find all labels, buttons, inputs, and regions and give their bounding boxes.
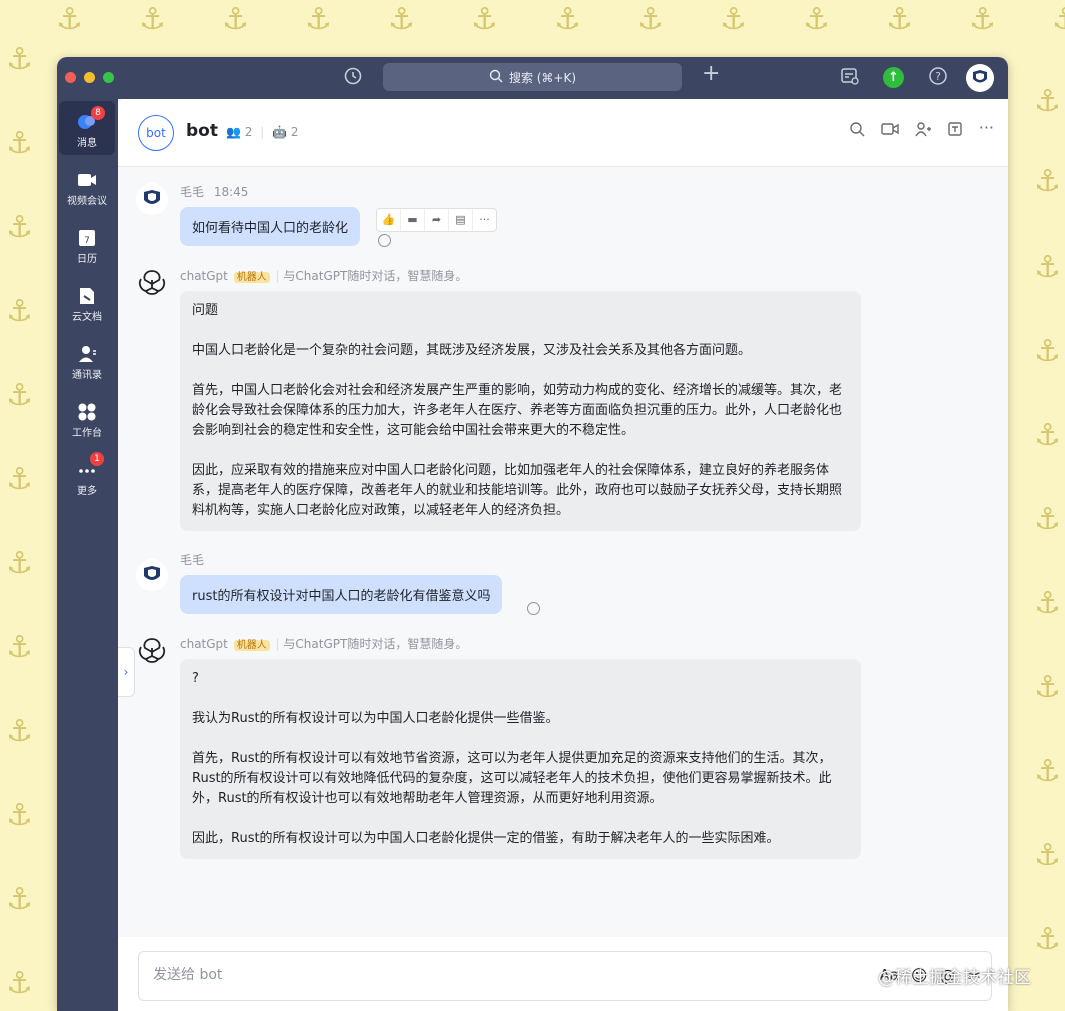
sender-divider: | [275, 269, 280, 283]
search-chat-icon[interactable] [849, 121, 865, 141]
unread-badge: 8 [91, 106, 105, 120]
video-icon [77, 171, 97, 189]
calendar-icon: 7 [77, 229, 97, 247]
watermark: @稀土掘金技术社区 [878, 968, 1031, 988]
message-time: 18:45 [213, 185, 249, 199]
chat-header: bot bot 👥 2 | 🤖 2 ··· [118, 99, 1008, 167]
maximize-window-button[interactable] [103, 72, 114, 83]
bots-count[interactable]: 2 [291, 125, 299, 139]
meta-divider: | [260, 125, 265, 139]
unread-badge: 1 [90, 452, 104, 466]
svg-text:7: 7 [84, 236, 90, 246]
forward-icon[interactable]: ➦ [425, 209, 449, 231]
message-sender: chatGpt 机器人 | 与ChatGPT随时对话，智慧随身。 [180, 635, 467, 652]
sender-name[interactable]: 毛毛 [180, 553, 204, 567]
sidebar-item-more[interactable]: 更多 1 [59, 449, 115, 503]
members-icon: 👥 [226, 125, 241, 139]
quote-icon[interactable]: ▤ [449, 209, 473, 231]
minimize-window-button[interactable] [84, 72, 95, 83]
search-placeholder: 搜索 (⌘+K) [508, 70, 577, 85]
sidebar: 消息 8 视频会议 7 日历 云文档 通讯录 工作台 更多 1 [57, 99, 118, 1011]
user-avatar[interactable] [136, 183, 168, 215]
sidebar-item-label: 通讯录 [72, 370, 102, 381]
sidebar-item-workspace[interactable]: 工作台 [59, 391, 115, 445]
header-toolbar: ··· [849, 120, 994, 141]
thumbs-up-icon[interactable]: 👍 [377, 209, 401, 231]
sidebar-item-contacts[interactable]: 通讯录 [59, 333, 115, 387]
history-icon[interactable] [343, 66, 363, 92]
message-paragraph: 我认为Rust的所有权设计可以为中国人口老龄化提供一些借鉴。 [192, 711, 559, 726]
plus-icon[interactable]: + [702, 63, 720, 85]
contacts-icon [77, 345, 97, 363]
sender-divider: | [275, 637, 280, 651]
sender-name[interactable]: chatGpt [180, 637, 228, 651]
chat-title: bot [186, 121, 218, 141]
chat-avatar[interactable]: bot [138, 115, 174, 151]
pin-board-icon[interactable] [947, 121, 963, 141]
message-paragraph: 因此，应采取有效的措施来应对中国人口老龄化问题，比如加强老年人的社会保障体系，建… [192, 463, 843, 518]
message-paragraph: 首先，Rust的所有权设计可以有效地节省资源，这可以为老年人提供更加充足的资源来… [192, 751, 832, 806]
message-actions: 👍 ▬ ➦ ▤ ··· [376, 208, 497, 232]
robot-tag: 机器人 [233, 640, 270, 651]
upgrade-icon[interactable]: ↑ [883, 67, 904, 88]
read-status-icon[interactable] [527, 602, 540, 615]
docs-icon [77, 287, 97, 305]
message-bubble[interactable]: 问题 中国人口老龄化是一个复杂的社会问题，其既涉及经济发展，又涉及社会关系及其他… [180, 291, 861, 531]
bot-description: 与ChatGPT随时对话，智慧随身。 [283, 269, 468, 283]
workspace-icon [77, 403, 97, 421]
message-paragraph: 问题 [192, 303, 219, 318]
message-sender: chatGpt 机器人 | 与ChatGPT随时对话，智慧随身。 [180, 267, 467, 284]
sidebar-item-label: 云文档 [72, 312, 102, 323]
user-avatar[interactable] [966, 64, 994, 92]
message-input[interactable] [151, 966, 555, 984]
close-window-button[interactable] [65, 72, 76, 83]
sidebar-item-calendar[interactable]: 7 日历 [59, 217, 115, 271]
user-avatar[interactable] [136, 559, 168, 591]
read-status-icon[interactable] [378, 234, 391, 247]
sidebar-item-label: 日历 [77, 254, 97, 265]
sidebar-item-video-meeting[interactable]: 视频会议 [59, 159, 115, 213]
message-paragraph: 中国人口老龄化是一个复杂的社会问题，其既涉及经济发展，又涉及社会关系及其他各方面… [192, 343, 752, 358]
reply-icon[interactable]: ▬ [401, 209, 425, 231]
message-paragraph: 因此，Rust的所有权设计可以为中国人口老龄化提供一定的借鉴，有助于解决老年人的… [192, 831, 780, 846]
video-call-icon[interactable] [881, 121, 899, 141]
message-composer: Aa ☺ @ ✂ [138, 951, 992, 1001]
more-actions-icon[interactable]: ··· [473, 209, 496, 231]
bots-icon: 🤖 [272, 125, 288, 139]
chatgpt-logo-icon[interactable] [136, 267, 168, 299]
robot-tag: 机器人 [233, 272, 270, 283]
sidebar-item-label: 更多 [77, 486, 97, 497]
expand-sidebar-icon[interactable]: › [118, 647, 135, 697]
sender-name[interactable]: 毛毛 [180, 185, 204, 199]
message-bubble[interactable]: rust的所有权设计对中国人口的老龄化有借鉴意义吗 [180, 575, 503, 614]
sender-name[interactable]: chatGpt [180, 269, 228, 283]
message-sender: 毛毛 [180, 551, 204, 568]
sidebar-item-messages[interactable]: 消息 8 [59, 101, 115, 155]
message-paragraph: 首先，中国人口老龄化会对社会和经济发展产生严重的影响，如劳动力构成的变化、经济增… [192, 383, 843, 438]
more-options-icon[interactable]: ··· [979, 120, 994, 141]
help-icon[interactable]: ? [928, 66, 948, 92]
message-list: › 毛毛 18:45 如何看待中国人口的老龄化 👍 ▬ ➦ ▤ ··· chat… [118, 167, 1008, 937]
app-window: 搜索 (⌘+K) + ↑ ? 消息 8 视频会议 7 日历 云文档 通讯录 工作… [57, 57, 1008, 1011]
shortcut-settings-icon[interactable] [840, 66, 860, 92]
message-sender: 毛毛 18:45 [180, 183, 248, 200]
search-input[interactable]: 搜索 (⌘+K) [383, 63, 682, 91]
svg-text:?: ? [935, 70, 941, 83]
message-paragraph: ? [192, 671, 199, 686]
message-bubble[interactable]: ? 我认为Rust的所有权设计可以为中国人口老龄化提供一些借鉴。 首先，Rust… [180, 659, 861, 859]
title-bar: 搜索 (⌘+K) + ↑ ? [57, 57, 1008, 99]
chatgpt-logo-icon[interactable] [136, 635, 168, 667]
sidebar-item-label: 工作台 [72, 428, 102, 439]
sidebar-item-label: 消息 [77, 138, 97, 149]
chat-panel: bot bot 👥 2 | 🤖 2 ··· › 毛毛 18:45 如何看待中国人… [118, 99, 1008, 1011]
search-icon [489, 69, 503, 86]
bot-description: 与ChatGPT随时对话，智慧随身。 [283, 637, 468, 651]
chat-meta: 👥 2 | 🤖 2 [226, 125, 299, 139]
message-bubble[interactable]: 如何看待中国人口的老龄化 [180, 207, 361, 246]
sidebar-item-label: 视频会议 [67, 196, 107, 207]
members-count[interactable]: 2 [245, 125, 253, 139]
sidebar-item-docs[interactable]: 云文档 [59, 275, 115, 329]
add-member-icon[interactable] [915, 121, 931, 141]
